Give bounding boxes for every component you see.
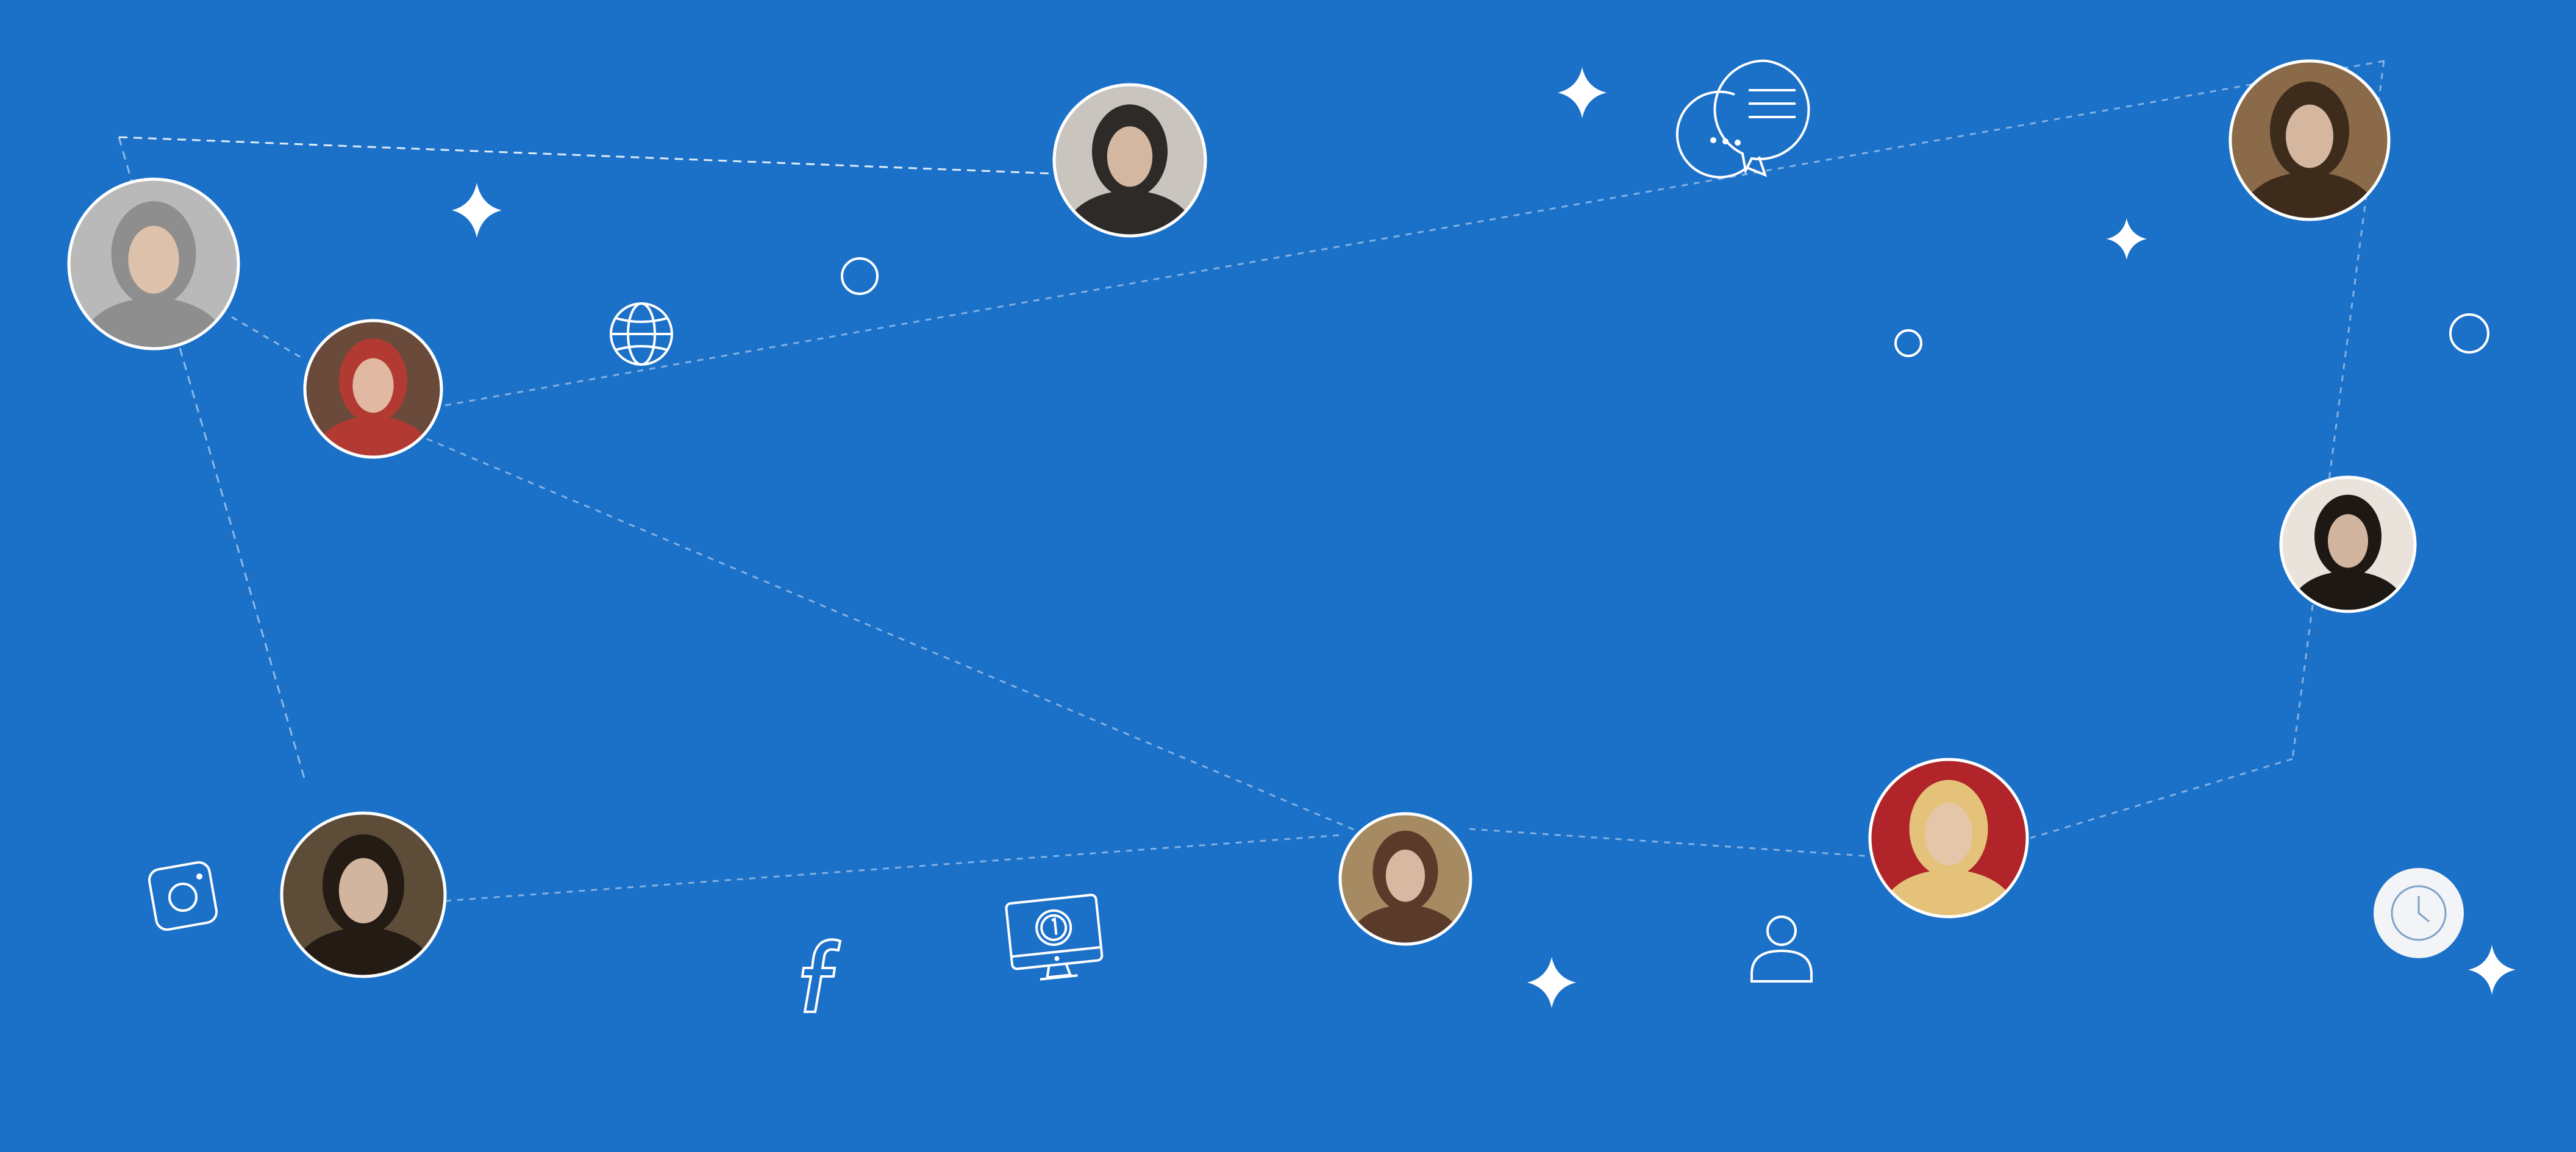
network-illustration	[0, 0, 2576, 1152]
clock-badge-icon	[2374, 868, 2464, 958]
background	[0, 0, 2576, 1152]
illustration-canvas	[0, 0, 2576, 1152]
